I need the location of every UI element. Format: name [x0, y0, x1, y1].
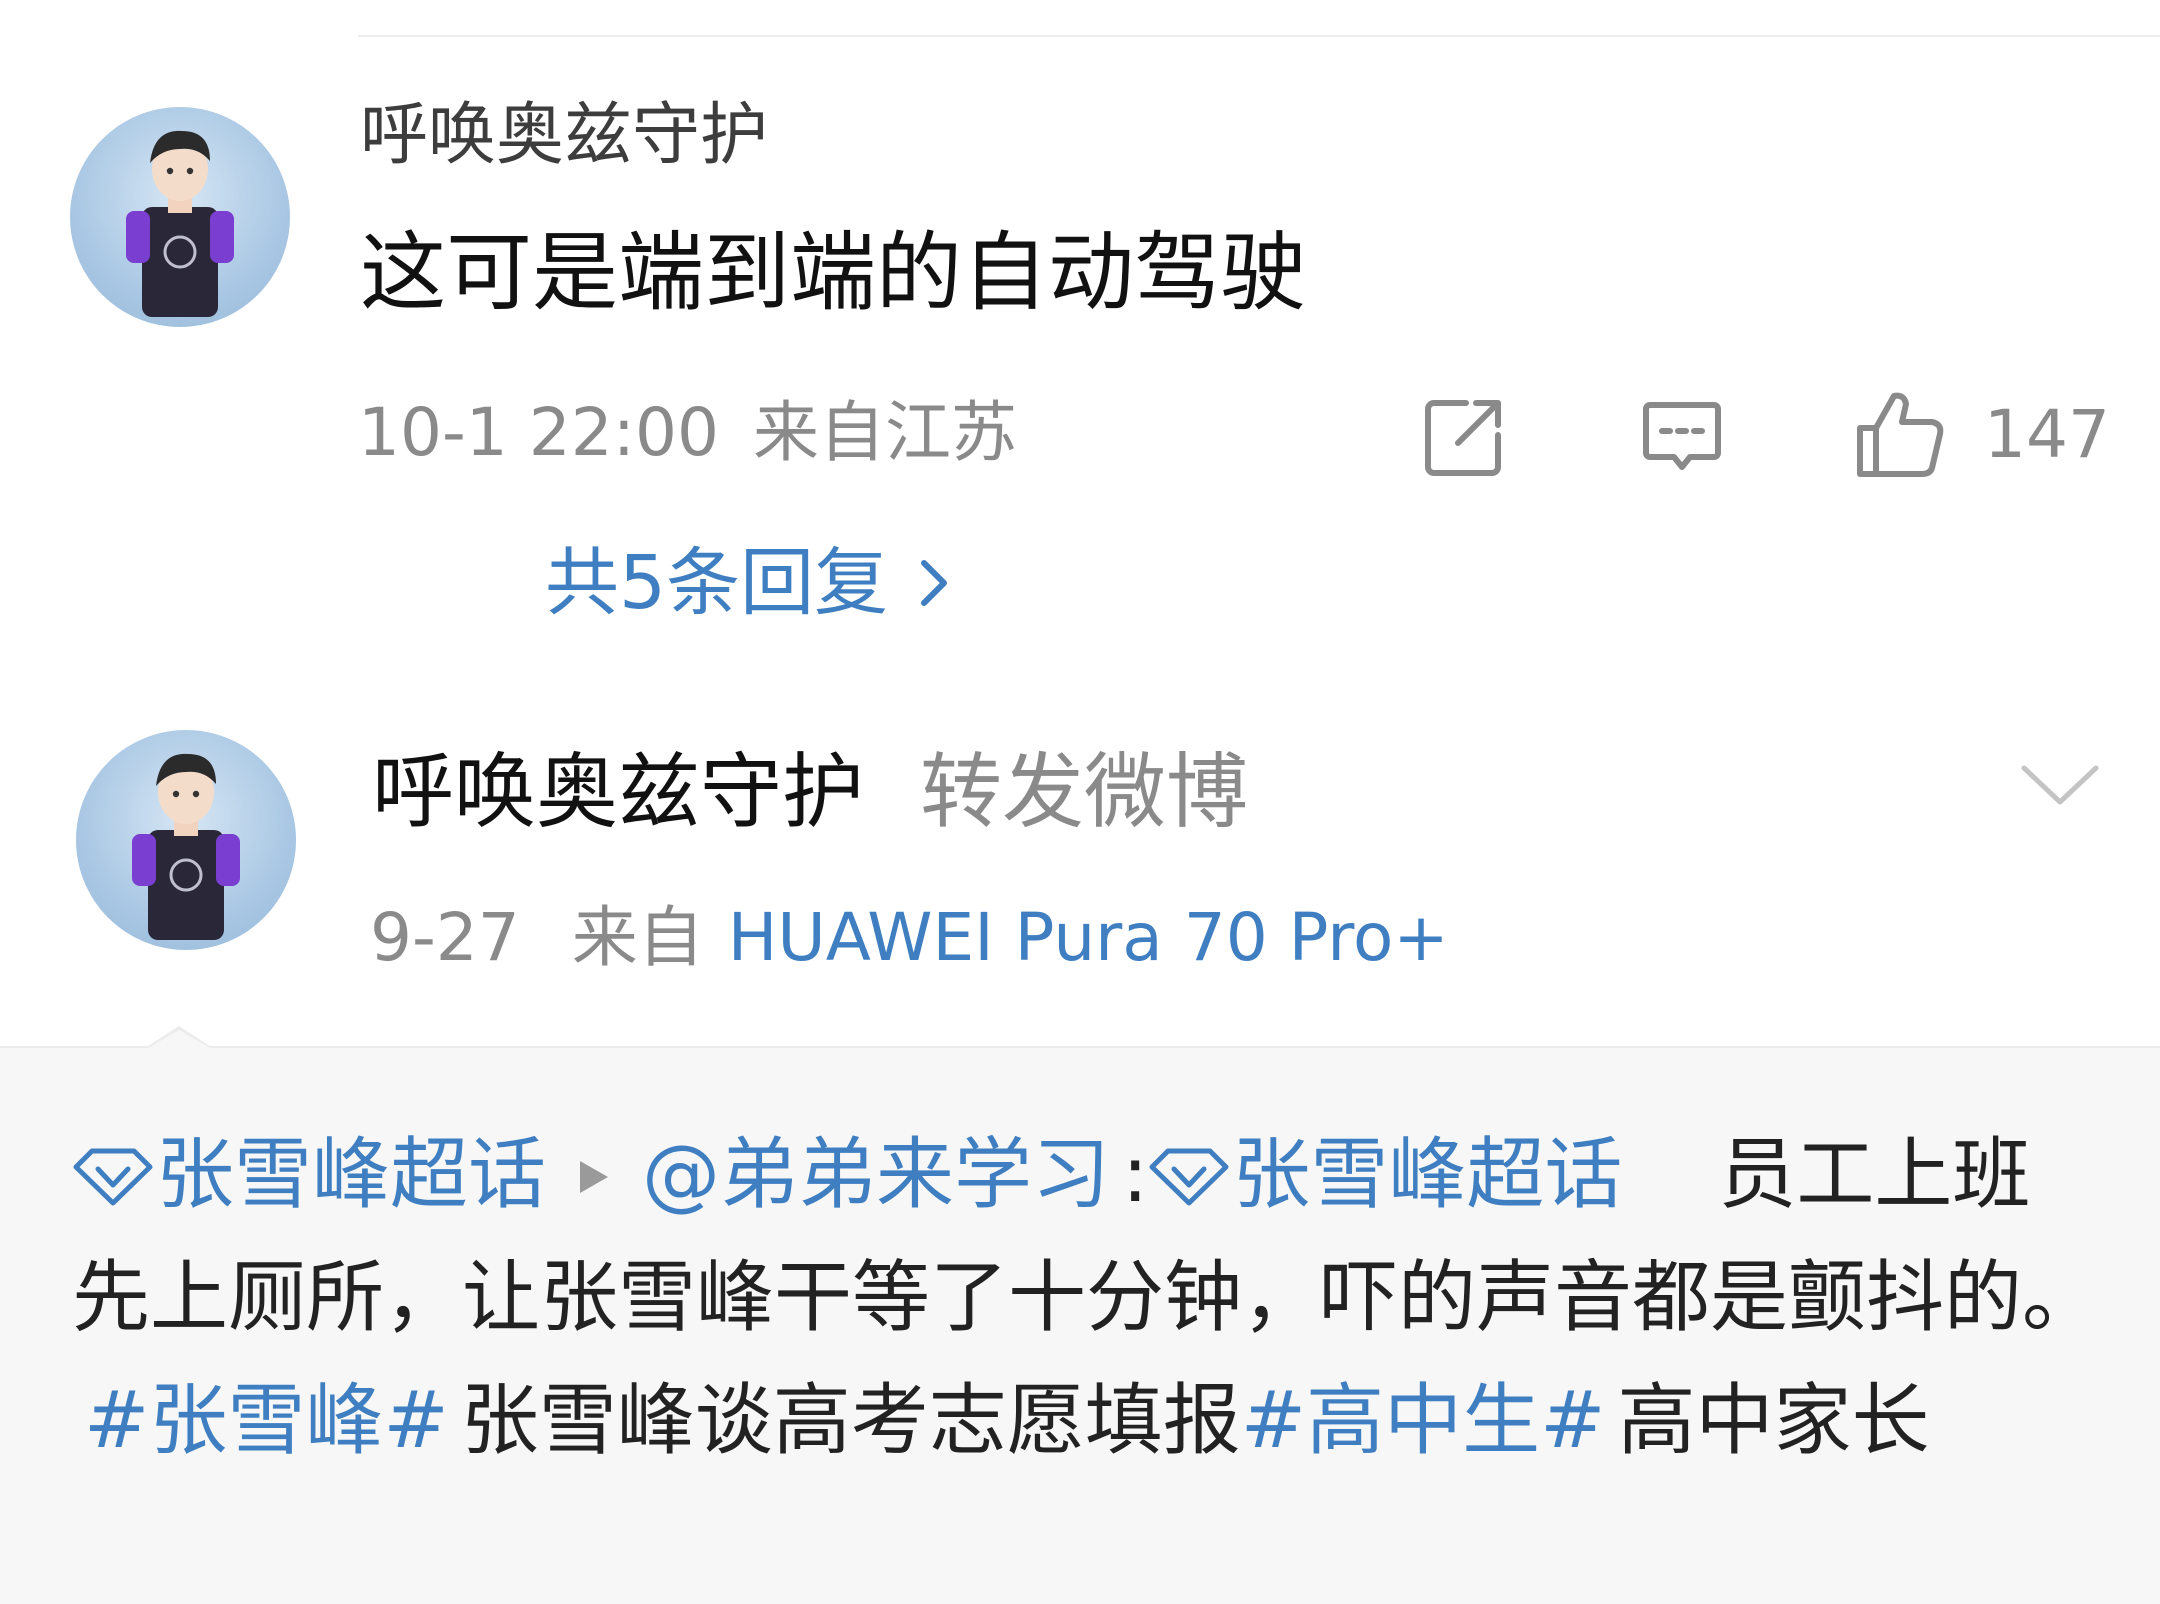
super-topic-label: 张雪峰超话: [156, 1130, 547, 1220]
source-label: 来自: [571, 899, 704, 976]
thumbs-up-icon[interactable]: [1854, 388, 1946, 480]
super-topic-link[interactable]: 张雪峰超话: [72, 1130, 546, 1220]
colon-separator: :: [1122, 1130, 1149, 1220]
diamond-icon: [73, 1148, 153, 1206]
top-divider: [358, 35, 2160, 37]
comment-icon[interactable]: [1640, 395, 1724, 479]
like-count: 147: [1984, 396, 2110, 473]
comment-date: 10-1 22:00: [358, 394, 719, 471]
avatar-figure-icon: [126, 130, 234, 317]
device-link[interactable]: HUAWEI Pura 70 Pro+: [728, 899, 1449, 976]
avatar[interactable]: [76, 730, 296, 950]
mention-link[interactable]: @弟弟来学习: [642, 1130, 1110, 1220]
avatar[interactable]: [70, 107, 290, 327]
diamond-icon: [1149, 1148, 1229, 1206]
comment-text: 这可是端到端的自动驾驶: [360, 223, 1306, 323]
share-icon[interactable]: [1422, 395, 1506, 479]
repost-meta: 9-27 来自 HUAWEI Pura 70 Pro+: [370, 905, 1449, 971]
repost-body-text: 高中家长: [1617, 1376, 1930, 1466]
hashtag-link[interactable]: #高中生#: [1241, 1376, 1606, 1466]
replies-label: 共5条回复: [545, 540, 889, 626]
avatar-figure-icon: [132, 753, 240, 940]
chevron-down-icon[interactable]: [2018, 760, 2102, 810]
comment-meta: 10-1 22:00 来自江苏: [358, 400, 1017, 466]
comment-username[interactable]: 呼唤奥兹守护: [360, 102, 768, 170]
reposted-text: 张雪峰超话 @弟弟来学习: 张雪峰超话 员工上班先上厕所，让张雪峰干等了十分钟，吓的声…: [72, 1114, 2102, 1483]
repost-action-label: 转发微博: [920, 745, 1249, 840]
repost-notch-fill: [148, 1030, 210, 1048]
repost-body-text: 张雪峰谈高考志愿填报: [460, 1376, 1241, 1466]
view-replies-link[interactable]: 共5条回复: [545, 546, 952, 620]
super-topic-label: 张雪峰超话: [1232, 1130, 1623, 1220]
play-arrow-icon: [580, 1161, 609, 1193]
super-topic-link[interactable]: 张雪峰超话: [1148, 1130, 1622, 1220]
repost-date: 9-27: [370, 899, 520, 976]
repost-username[interactable]: 呼唤奥兹守护: [372, 752, 864, 834]
hashtag-link[interactable]: #张雪峰#: [84, 1376, 449, 1466]
comment-location: 来自江苏: [752, 394, 1017, 471]
chevron-right-icon: [921, 560, 948, 606]
